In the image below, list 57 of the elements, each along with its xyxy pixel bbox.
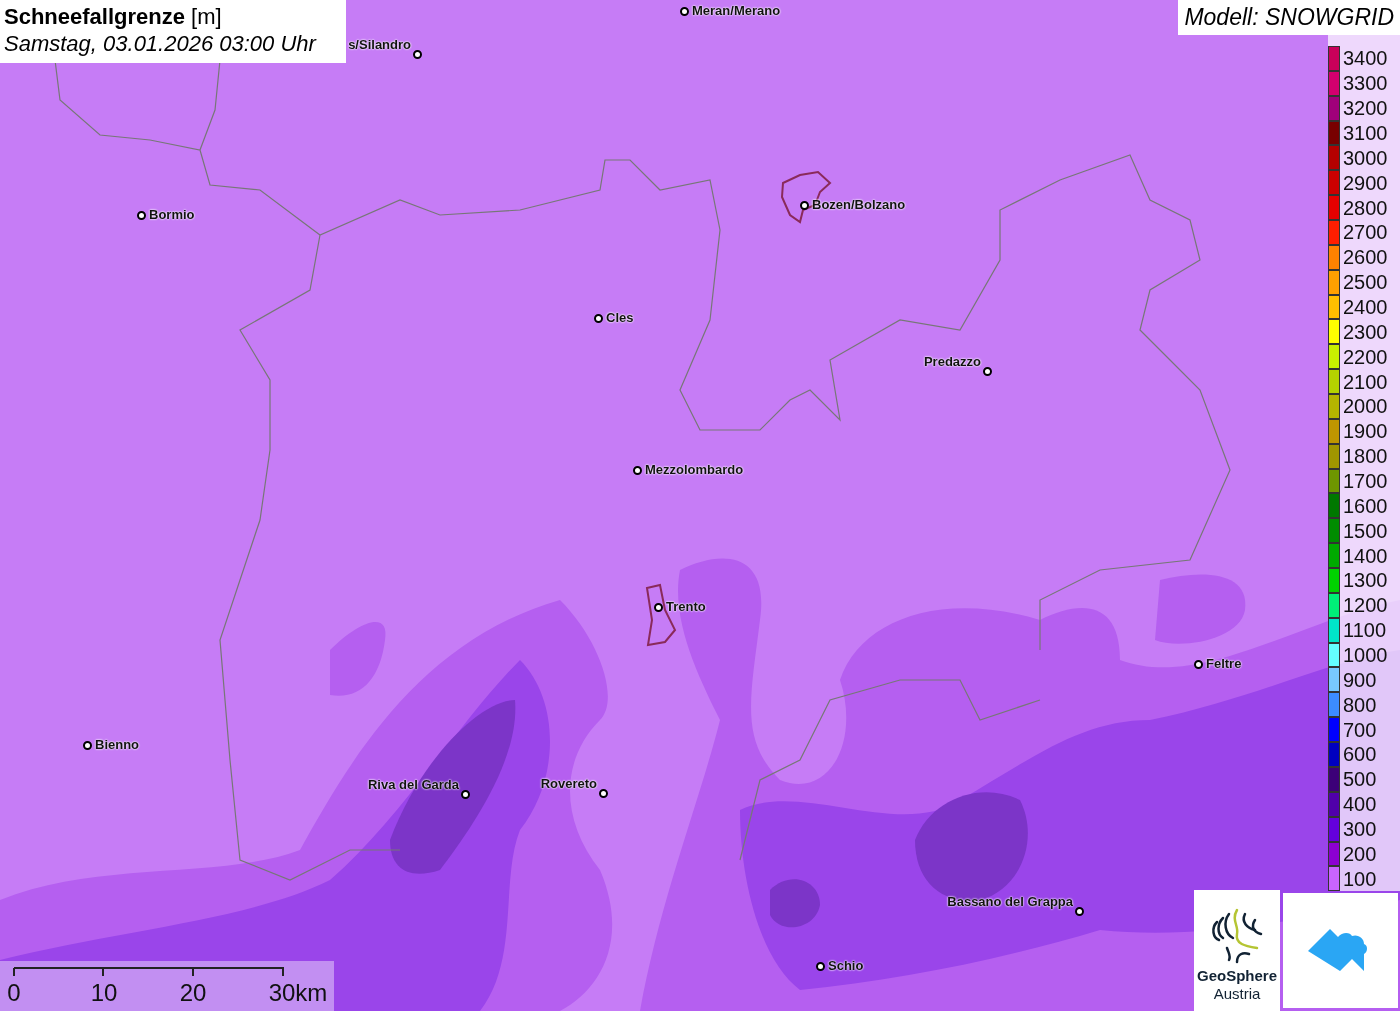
city-label: Predazzo bbox=[923, 354, 981, 369]
city-label: Rovereto bbox=[540, 776, 597, 791]
city-label: Bienno bbox=[95, 737, 140, 752]
legend-label: 900 bbox=[1343, 667, 1377, 692]
legend-label: 2500 bbox=[1343, 270, 1388, 295]
legend-label: 2000 bbox=[1343, 394, 1388, 419]
logo-name: GeoSphere bbox=[1197, 967, 1277, 985]
scale-label: 10 bbox=[90, 978, 118, 1008]
legend-label: 1400 bbox=[1343, 543, 1388, 568]
legend-label: 2800 bbox=[1343, 195, 1388, 220]
legend-label: 800 bbox=[1343, 692, 1377, 717]
legend-label: 600 bbox=[1343, 742, 1377, 767]
city-label: Bozen/Bolzano bbox=[812, 197, 906, 212]
legend-label: 3300 bbox=[1343, 71, 1388, 96]
legend-label: 1500 bbox=[1343, 518, 1388, 543]
legend-label: 2100 bbox=[1343, 369, 1388, 394]
scale-label: 30km bbox=[268, 978, 328, 1008]
legend-label: 3200 bbox=[1343, 96, 1388, 121]
legend-label: 2600 bbox=[1343, 245, 1388, 270]
legend-label: 1200 bbox=[1343, 593, 1388, 618]
model-label: Modell: SNOWGRID bbox=[1178, 0, 1400, 35]
legend-label: 500 bbox=[1343, 767, 1377, 792]
city-label: s/Silandro bbox=[348, 37, 411, 52]
legend-label: 200 bbox=[1343, 841, 1377, 866]
legend-label: 300 bbox=[1343, 817, 1377, 842]
city-label: Feltre bbox=[1206, 656, 1242, 671]
city-label: Cles bbox=[606, 310, 634, 325]
legend-label: 1100 bbox=[1343, 618, 1386, 643]
legend-label: 1600 bbox=[1343, 493, 1388, 518]
map-title: Schneefallgrenze [m] bbox=[4, 3, 223, 30]
legend-label: 2200 bbox=[1343, 344, 1388, 369]
legend-label: 2300 bbox=[1343, 319, 1388, 344]
legend-label: 1900 bbox=[1343, 419, 1388, 444]
legend-label: 1000 bbox=[1343, 643, 1388, 668]
legend-label: 2400 bbox=[1343, 295, 1388, 319]
city-label: Riva del Garda bbox=[367, 777, 459, 792]
forecast-time: Samstag, 03.01.2026 03:00 Uhr bbox=[4, 30, 318, 58]
city-label: Mezzolombardo bbox=[645, 462, 744, 477]
city-label: Bormio bbox=[149, 207, 195, 222]
legend-label: 2900 bbox=[1343, 170, 1388, 195]
city-label: Meran/Merano bbox=[692, 3, 781, 18]
legend-label: 1800 bbox=[1343, 444, 1388, 469]
city-label: Trento bbox=[666, 599, 706, 614]
legend-label: 3400 bbox=[1343, 46, 1388, 71]
legend-label: 100 bbox=[1343, 866, 1377, 891]
city-label: Bassano del Grappa bbox=[947, 894, 1073, 909]
scale-label: 20 bbox=[179, 978, 207, 1008]
scale-label: 0 bbox=[7, 978, 21, 1008]
legend-label: 1700 bbox=[1343, 469, 1388, 494]
legend-label: 2700 bbox=[1343, 220, 1388, 245]
city-label: Schio bbox=[828, 958, 864, 973]
legend-label: 3100 bbox=[1343, 121, 1388, 145]
legend-label: 3000 bbox=[1343, 145, 1388, 170]
legend-label: 400 bbox=[1343, 792, 1377, 817]
logo-country: Austria bbox=[1213, 985, 1261, 1003]
legend-label: 700 bbox=[1343, 717, 1377, 742]
legend-label: 1300 bbox=[1343, 568, 1388, 593]
